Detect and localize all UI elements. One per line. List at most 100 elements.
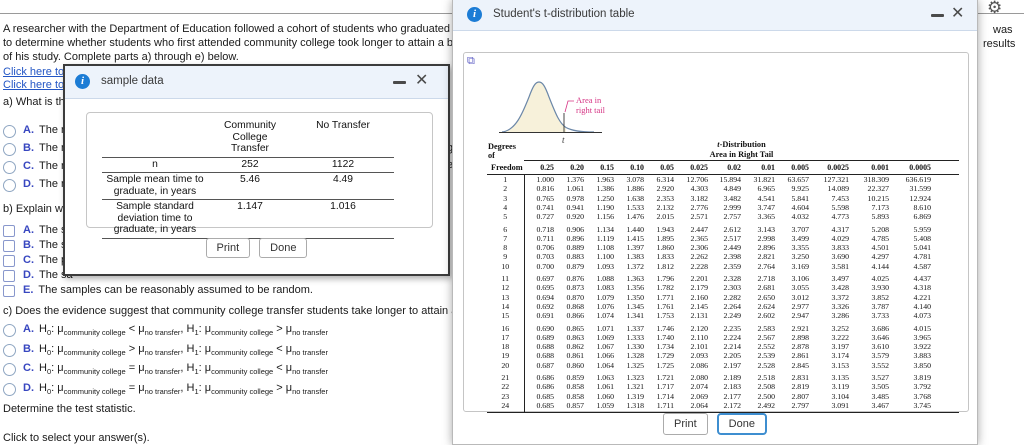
df-value: 24	[487, 400, 525, 414]
t-row-pad	[931, 320, 959, 333]
t-value: 3.012	[791, 292, 809, 302]
t-table-row: 16 0.690 0.865 1.071 1.337 1.746 2.120 2.235 2.5…	[487, 320, 959, 333]
t-table-row: 23 0.685 0.858 1.060 1.319 1.714 2.069 2.177 2.5…	[487, 391, 959, 401]
part-c-option-D[interactable]: D. H0: μcommunity college = μno transfer,…	[3, 382, 328, 402]
t-value: 2.015	[656, 212, 674, 222]
t-value: 2.831	[791, 373, 809, 383]
df-value: 15	[487, 311, 525, 321]
t-value: 1.746	[656, 323, 674, 333]
t-value: 1.345	[626, 301, 644, 311]
t-value: 0.859	[566, 373, 584, 383]
df-value: 19	[487, 351, 525, 361]
t-value: 3.182	[690, 193, 708, 203]
t-value: 1.325	[626, 360, 644, 370]
t-value: 1.134	[596, 224, 614, 234]
df-header-line1: Degrees of	[488, 141, 516, 161]
t-value: 3.581	[831, 261, 849, 271]
t-value: 2.947	[791, 311, 809, 321]
part-a-option-B[interactable]: B. The re	[3, 142, 71, 160]
t-value: 3.143	[757, 224, 775, 234]
t-value: 2.365	[690, 233, 708, 243]
popout-icon[interactable]: ⧉	[467, 55, 475, 66]
t-value: 0.865	[566, 323, 584, 333]
t-value: 1.069	[596, 332, 614, 342]
close-icon[interactable]: ✕	[415, 72, 428, 88]
t-value: 0.686	[536, 382, 554, 392]
t-value: 2.508	[757, 382, 775, 392]
t-value: 2.328	[723, 274, 741, 284]
radio-button[interactable]	[3, 382, 16, 396]
t-value: 3.106	[791, 274, 809, 284]
t-row-pad	[931, 184, 959, 193]
t-value: 0.711	[536, 233, 554, 243]
option-letter: B.	[23, 342, 34, 355]
t-value: 2.306	[690, 243, 708, 253]
t-value: 4.073	[913, 311, 931, 321]
df-value: 1	[487, 174, 525, 185]
t-distribution-dialog: i Student's t-distribution table ✕ ⧉ Are…	[452, 0, 978, 445]
part-a-option-C[interactable]: C. The re	[3, 160, 71, 178]
t-value: 3.174	[831, 351, 849, 361]
radio-button[interactable]	[3, 125, 16, 138]
t-value: 2.264	[723, 301, 741, 311]
checkbox[interactable]	[3, 285, 15, 297]
radio-button[interactable]	[3, 363, 16, 376]
t-value: 0.688	[536, 342, 554, 352]
close-icon[interactable]: ✕	[951, 5, 964, 21]
t-table-title: t-Distribution Area in Right Tail	[524, 138, 959, 161]
t-value: 0.863	[566, 332, 584, 342]
df-value: 6	[487, 221, 525, 234]
print-button[interactable]: Print	[205, 238, 251, 258]
t-col-header: 0.0025	[809, 160, 849, 176]
df-value: 9	[487, 252, 525, 262]
t-value: 1.064	[596, 360, 614, 370]
t-value: 1.376	[566, 175, 584, 185]
t-value: 0.703	[536, 252, 554, 262]
t-value: 3.091	[809, 400, 849, 414]
t-value: 1.119	[596, 233, 614, 243]
t-value: 5.208	[871, 224, 889, 234]
t-value: 1.356	[626, 283, 644, 293]
print-button[interactable]: Print	[663, 413, 708, 435]
done-button[interactable]: Done	[259, 238, 308, 258]
checkbox[interactable]	[3, 240, 15, 252]
part-c-option-B[interactable]: B. H0: μcommunity college > μno transfer,…	[3, 343, 328, 363]
checkbox[interactable]	[3, 225, 15, 237]
t-value: 2.898	[791, 332, 809, 342]
part-a-label: a) What is the	[3, 96, 71, 108]
minimize-icon[interactable]	[393, 81, 406, 84]
checkbox[interactable]	[3, 255, 15, 267]
t-value: 0.727	[536, 212, 554, 222]
settings-gear-icon[interactable]: ⚙	[987, 0, 1002, 18]
t-row-pad	[931, 342, 959, 351]
radio-button[interactable]	[3, 343, 16, 357]
t-row-pad	[931, 175, 959, 185]
part-a-option-A[interactable]: A. The re	[3, 124, 71, 142]
done-button[interactable]: Done	[716, 413, 767, 435]
df-value: 22	[487, 382, 525, 392]
part-a-option-D[interactable]: D. The re	[3, 178, 71, 196]
radio-button[interactable]	[3, 143, 16, 156]
checkbox[interactable]	[3, 270, 15, 282]
df-value: 17	[487, 332, 525, 343]
t-value: 3.355	[791, 243, 809, 253]
radio-button[interactable]	[3, 161, 16, 174]
t-value: 4.781	[913, 252, 931, 262]
minimize-icon[interactable]	[931, 14, 944, 17]
radio-button[interactable]	[3, 324, 16, 337]
t-value: 0.876	[566, 274, 584, 284]
part-c-option-C[interactable]: C. H0: μcommunity college = μno transfer,…	[3, 362, 328, 382]
t-value: 1.071	[596, 323, 614, 333]
t-value: 0.978	[566, 193, 584, 203]
radio-button[interactable]	[3, 179, 16, 192]
t-table-row: 6 0.718 0.906 1.134 1.440 1.943 2.447 2.612 3.14…	[487, 221, 959, 234]
t-value: 5.893	[871, 212, 889, 222]
t-value: 3.055	[791, 283, 809, 293]
t-value: 63.657	[787, 175, 809, 185]
part-b-option-E[interactable]: E. The samples can be reasonably assumed …	[3, 284, 313, 299]
df-value: 5	[487, 212, 525, 222]
t-value: 1.833	[656, 252, 674, 262]
t-value: 3.745	[889, 400, 931, 414]
part-c-option-A[interactable]: A. H0: μcommunity college < μno transfer,…	[3, 323, 328, 343]
t-value: 0.889	[566, 243, 584, 253]
